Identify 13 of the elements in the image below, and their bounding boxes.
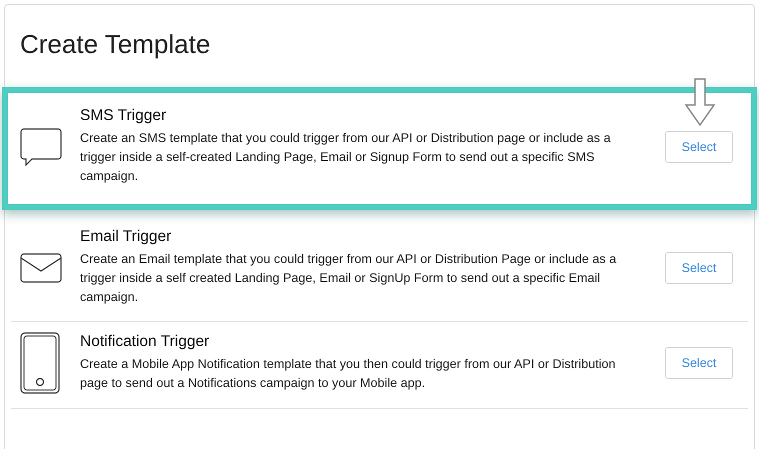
envelope-icon — [20, 252, 62, 282]
speech-bubble-icon — [20, 128, 62, 166]
select-button[interactable]: Select — [665, 130, 733, 162]
phone-icon — [20, 332, 60, 394]
template-description: Create an Email template that you could trigger from our API or Distribution Page or include as a trigger inside a self created Landing Page, Email or SignUp Form to send out a specific Email campaign. — [80, 251, 618, 306]
template-title: Notification Trigger — [80, 333, 210, 351]
select-button[interactable]: Select — [665, 252, 733, 284]
select-button[interactable]: Select — [665, 347, 733, 379]
page-title: Create Template — [19, 28, 212, 61]
template-description: Create a Mobile App Notification template that you then could trigger from our API or Distribution page to send out a Notifications campaign to your Mobile app. — [80, 356, 617, 392]
template-title: Email Trigger — [80, 228, 172, 246]
template-description: Create an SMS template that you could trigger from our API or Distribution page or include as a trigger inside a self-created Landing Page, Email or Signup Form to send out a specific SMS campaign. — [80, 130, 612, 185]
template-title: SMS Trigger — [80, 107, 168, 125]
